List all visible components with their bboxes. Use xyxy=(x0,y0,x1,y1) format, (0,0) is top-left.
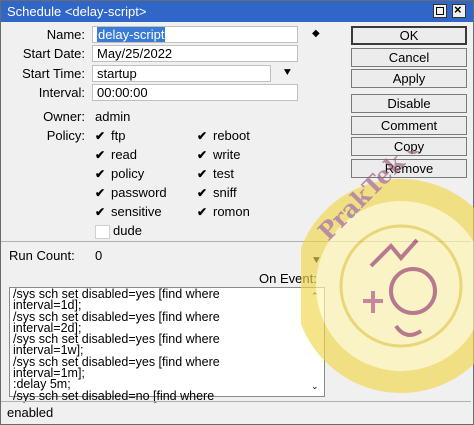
check-icon: ✔ xyxy=(95,186,106,200)
remove-button[interactable]: Remove xyxy=(351,159,467,178)
scroll-down-icon[interactable]: ⌄ xyxy=(311,381,319,392)
status-text: enabled xyxy=(7,405,54,420)
dropdown-arrow-icon[interactable]: ⯆ xyxy=(283,67,292,80)
policy-label: Policy: xyxy=(46,128,85,143)
check-icon: ✔ xyxy=(95,205,106,219)
cancel-button[interactable]: Cancel xyxy=(351,48,467,67)
check-icon: ✔ xyxy=(197,148,208,162)
policy-checkbox-password[interactable]: ✔ password xyxy=(95,185,167,200)
check-icon: ✔ xyxy=(197,186,208,200)
check-icon: ✔ xyxy=(95,148,106,162)
name-label: Name: xyxy=(46,27,85,42)
check-icon: ✔ xyxy=(197,129,208,143)
start-date-field[interactable]: May/25/2022 xyxy=(92,45,298,62)
script-text: /sys sch set disabled=yes [find where in… xyxy=(13,287,220,403)
title-bar[interactable]: Schedule <delay-script> × xyxy=(1,1,473,22)
policy-checkbox-write[interactable]: ✔ write xyxy=(197,147,240,162)
separator xyxy=(1,241,471,242)
policy-checkbox-read[interactable]: ✔ read xyxy=(95,147,137,162)
interval-field[interactable]: 00:00:00 xyxy=(92,84,298,101)
apply-button[interactable]: Apply xyxy=(351,69,467,88)
schedule-window: Schedule <delay-script> × Name: delay-sc… xyxy=(0,0,474,425)
check-icon: ✔ xyxy=(197,205,208,219)
interval-label: Interval: xyxy=(38,85,85,100)
start-time-field[interactable]: startup xyxy=(92,65,271,82)
start-time-label: Start Time: xyxy=(22,66,85,81)
check-icon: ✔ xyxy=(197,167,208,181)
check-icon: ✔ xyxy=(95,129,106,143)
check-icon: ✔ xyxy=(95,167,106,181)
status-separator xyxy=(1,401,471,402)
owner-label: Owner: xyxy=(43,109,85,124)
vertical-scrollbar[interactable]: ⌃ ⌄ xyxy=(309,289,323,395)
on-event-label: On Event: xyxy=(259,271,317,286)
run-count-value: 0 xyxy=(95,248,103,263)
policy-checkbox-policy[interactable]: ✔ policy xyxy=(95,166,144,181)
close-icon: × xyxy=(454,2,462,17)
maximize-button[interactable] xyxy=(433,4,447,18)
ok-button[interactable]: OK xyxy=(351,26,467,45)
collapse-arrow-icon[interactable]: ⯆ xyxy=(312,255,321,268)
policy-checkbox-dude[interactable]: dude xyxy=(95,223,142,239)
disable-button[interactable]: Disable xyxy=(351,94,467,113)
policy-checkbox-reboot[interactable]: ✔ reboot xyxy=(197,128,250,143)
close-button[interactable]: × xyxy=(452,2,466,18)
watermark-logo: PrakTek Otodidak Elektro xyxy=(301,151,474,393)
policy-checkbox-romon[interactable]: ✔ romon xyxy=(197,204,250,219)
policy-checkbox-sniff[interactable]: ✔ sniff xyxy=(197,185,237,200)
policy-checkbox-test[interactable]: ✔ test xyxy=(197,166,234,181)
name-field[interactable]: delay-script xyxy=(92,26,298,43)
start-date-label: Start Date: xyxy=(22,46,85,61)
run-count-label: Run Count: xyxy=(9,248,75,263)
scroll-up-icon[interactable]: ⌃ xyxy=(311,291,319,302)
expand-up-icon[interactable]: ◆ xyxy=(312,28,320,39)
window-title: Schedule <delay-script> xyxy=(7,4,147,19)
copy-button[interactable]: Copy xyxy=(351,137,467,156)
policy-checkbox-sensitive[interactable]: ✔ sensitive xyxy=(95,204,162,219)
empty-checkbox-icon xyxy=(95,224,110,239)
comment-button[interactable]: Comment xyxy=(351,116,467,135)
policy-checkbox-ftp[interactable]: ✔ ftp xyxy=(95,128,125,143)
owner-value: admin xyxy=(95,109,131,124)
on-event-script-textarea[interactable]: /sys sch set disabled=yes [find where in… xyxy=(9,287,325,402)
